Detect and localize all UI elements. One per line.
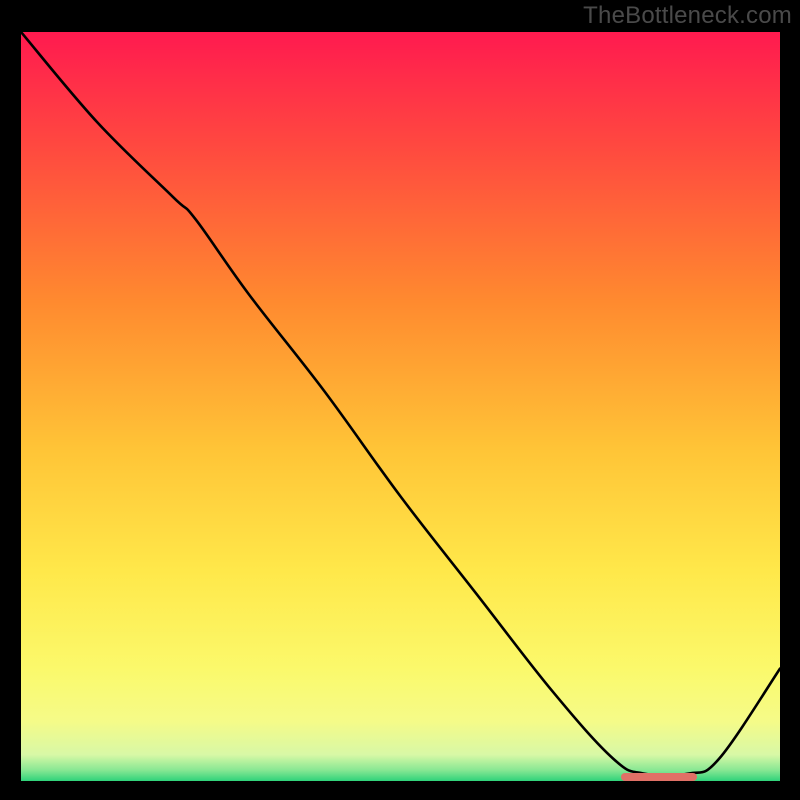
chart-stage: TheBottleneck.com [0, 0, 800, 800]
optimal-range-marker [621, 773, 697, 781]
gradient-rect [21, 32, 780, 781]
plot-area [21, 32, 780, 781]
watermark-text: TheBottleneck.com [583, 2, 792, 30]
chart-svg [21, 32, 780, 781]
